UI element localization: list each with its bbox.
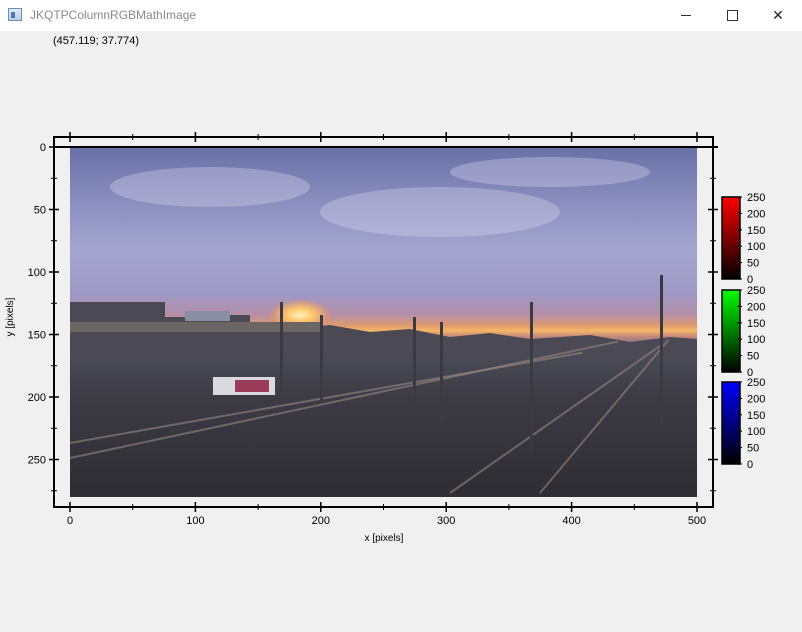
colorbar-tick-label: 150 — [747, 410, 765, 422]
colorbar-red — [721, 196, 741, 280]
colorbar-tick-label: 250 — [747, 285, 765, 297]
colorbar-tick-label: 100 — [747, 426, 765, 438]
colorbar-tick-label: 100 — [747, 241, 765, 253]
y-axis: 0 50 100 150 200 250 — [28, 142, 718, 492]
colorbar-tick-label: 50 — [747, 351, 759, 363]
colorbar-tick-label: 50 — [747, 258, 759, 270]
colorbar-tick-label: 0 — [747, 459, 753, 471]
colorbar-tick-label: 200 — [747, 301, 765, 313]
colorbar-tick-label: 250 — [747, 377, 765, 389]
plot-frame — [53, 136, 714, 508]
colorbar-tick-label: 150 — [747, 225, 765, 237]
colorbar-tick-label: 200 — [747, 208, 765, 220]
colorbar-tick-label: 150 — [747, 318, 765, 330]
y-tick-label: 50 — [34, 205, 46, 217]
x-axis-label: x [pixels] — [365, 533, 404, 544]
colorbar-blue — [721, 381, 741, 465]
x-tick-label: 100 — [186, 515, 204, 527]
colorbar-tick-label: 200 — [747, 393, 765, 405]
x-tick-label: 0 — [67, 515, 73, 527]
y-tick-label: 100 — [28, 267, 46, 279]
x-axis: 0 100 200 300 400 500 — [67, 132, 706, 527]
x-tick-label: 400 — [562, 515, 580, 527]
colorbar-green — [721, 289, 741, 373]
y-tick-label: 150 — [28, 330, 46, 342]
colorbars: 2502001501005002502001501005002502001501… — [721, 192, 765, 471]
y-axis-label: y [pixels] — [5, 297, 16, 336]
plot-area: 0 100 200 300 400 500 050100150200250 x [pixe… — [5, 132, 765, 544]
colorbar-tick-label: 250 — [747, 192, 765, 204]
y-tick-label: 0 — [40, 142, 46, 154]
y-tick-label: 200 — [28, 392, 46, 404]
colorbar-tick-label: 50 — [747, 443, 759, 455]
y-tick-label: 250 — [28, 455, 46, 467]
x-tick-label: 300 — [437, 515, 455, 527]
x-tick-label: 200 — [312, 515, 330, 527]
colorbar-tick-label: 100 — [747, 334, 765, 346]
x-tick-label: 500 — [688, 515, 706, 527]
